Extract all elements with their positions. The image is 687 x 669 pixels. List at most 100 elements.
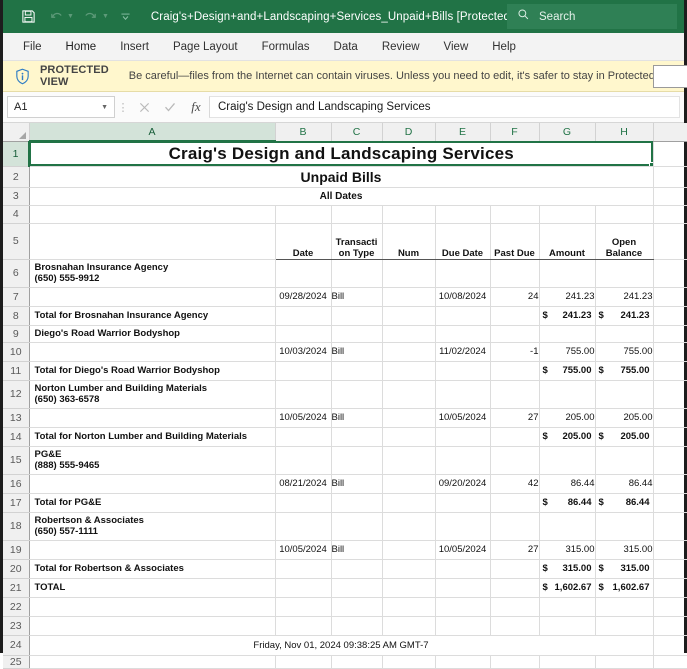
cell-b25[interactable] — [275, 655, 332, 669]
row-header-3[interactable]: 3 — [3, 187, 30, 206]
cell-g4[interactable] — [539, 205, 596, 224]
cell-c18[interactable] — [331, 512, 383, 541]
cell-h23[interactable] — [595, 616, 654, 636]
cell-txn-7[interactable]: Bill — [331, 287, 383, 307]
cell-f21[interactable] — [490, 578, 540, 598]
cell-g9[interactable] — [539, 325, 596, 343]
report-timestamp[interactable]: Friday, Nov 01, 2024 09:38:25 AM GMT-7 — [29, 635, 654, 656]
cell-total-amount-8[interactable]: $241.23 — [539, 305, 596, 326]
cell-pastdue-13[interactable]: 27 — [490, 408, 540, 428]
cell-total-label-11[interactable]: Total for Diego's Road Warrior Bodyshop — [29, 361, 276, 381]
cell-a10[interactable] — [29, 342, 276, 362]
cell-d9[interactable] — [382, 325, 436, 343]
cell-f14[interactable] — [490, 427, 540, 447]
chevron-down-icon[interactable] — [113, 5, 139, 29]
cell-c14[interactable] — [331, 427, 383, 447]
cell-h15[interactable] — [595, 446, 654, 475]
cell-b20[interactable] — [275, 559, 332, 579]
cell-grand-total-amount[interactable]: $1,602.67 — [539, 577, 596, 598]
cell-d23[interactable] — [382, 616, 436, 636]
header-num[interactable]: Num — [382, 223, 436, 260]
cell-e14[interactable] — [435, 427, 491, 447]
cell-a22[interactable] — [29, 597, 276, 617]
header-open-balance[interactable]: Open Balance — [595, 223, 654, 260]
row-header-4[interactable]: 4 — [3, 205, 30, 224]
cell-d4[interactable] — [382, 205, 436, 224]
cell-due-13[interactable]: 10/05/2024 — [435, 408, 491, 428]
cell-a3-date-range[interactable]: All Dates — [29, 187, 654, 206]
cell-date-16[interactable]: 08/21/2024 — [275, 474, 332, 494]
column-header-h[interactable]: H — [595, 123, 654, 142]
cell-b6[interactable] — [275, 259, 332, 288]
cell-open-10[interactable]: 755.00 — [595, 342, 654, 362]
row-header-15[interactable]: 15 — [3, 446, 30, 475]
row-header-8[interactable]: 8 — [3, 306, 30, 326]
cell-pastdue-19[interactable]: 27 — [490, 540, 540, 560]
cell-txn-13[interactable]: Bill — [331, 408, 383, 428]
column-header-g[interactable]: G — [539, 123, 596, 142]
cell-e22[interactable] — [435, 597, 491, 617]
cell-f25[interactable] — [490, 655, 540, 669]
cell-f23[interactable] — [490, 616, 540, 636]
row-header-11[interactable]: 11 — [3, 361, 30, 381]
cell-e25[interactable] — [435, 655, 491, 669]
cell-e6[interactable] — [435, 259, 491, 288]
cell-h4[interactable] — [595, 205, 654, 224]
row-header-14[interactable]: 14 — [3, 427, 30, 447]
cell-date-13[interactable]: 10/05/2024 — [275, 408, 332, 428]
cell-d11[interactable] — [382, 361, 436, 381]
cell-a7[interactable] — [29, 287, 276, 307]
cell-f12[interactable] — [490, 380, 540, 409]
cell-txn-10[interactable]: Bill — [331, 342, 383, 362]
cell-e8[interactable] — [435, 306, 491, 326]
cell-c17[interactable] — [331, 493, 383, 513]
header-due-date[interactable]: Due Date — [435, 223, 491, 260]
cell-pastdue-16[interactable]: 42 — [490, 474, 540, 494]
cell-g15[interactable] — [539, 446, 596, 475]
cell-g6[interactable] — [539, 259, 596, 288]
cell-c23[interactable] — [331, 616, 383, 636]
cell-total-label-8[interactable]: Total for Brosnahan Insurance Agency — [29, 306, 276, 326]
cell-b23[interactable] — [275, 616, 332, 636]
cell-c8[interactable] — [331, 306, 383, 326]
cell-a1-report-title[interactable]: Craig's Design and Landscaping Services — [29, 141, 654, 167]
cell-total-label-17[interactable]: Total for PG&E — [29, 493, 276, 513]
cell-amount-10[interactable]: 755.00 — [539, 342, 596, 362]
cell-a13[interactable] — [29, 408, 276, 428]
cell-open-13[interactable]: 205.00 — [595, 408, 654, 428]
cell-due-10[interactable]: 11/02/2024 — [435, 342, 491, 362]
cell-h22[interactable] — [595, 597, 654, 617]
cell-num-10[interactable] — [382, 342, 436, 362]
row-header-16[interactable]: 16 — [3, 474, 30, 494]
cell-h9[interactable] — [595, 325, 654, 343]
row-header-1[interactable]: 1 — [3, 141, 30, 167]
cell-e23[interactable] — [435, 616, 491, 636]
cell-open-7[interactable]: 241.23 — [595, 287, 654, 307]
cell-a23[interactable] — [29, 616, 276, 636]
cell-a2-report-subtitle[interactable]: Unpaid Bills — [29, 166, 654, 188]
cell-h18[interactable] — [595, 512, 654, 541]
cell-e18[interactable] — [435, 512, 491, 541]
cell-e20[interactable] — [435, 559, 491, 579]
cancel-x-icon[interactable] — [131, 96, 157, 118]
cell-b14[interactable] — [275, 427, 332, 447]
cell-g22[interactable] — [539, 597, 596, 617]
cell-b12[interactable] — [275, 380, 332, 409]
tab-help[interactable]: Help — [480, 37, 528, 57]
cell-num-19[interactable] — [382, 540, 436, 560]
cell-a16[interactable] — [29, 474, 276, 494]
column-header-e[interactable]: E — [435, 123, 491, 142]
row-header-10[interactable]: 10 — [3, 342, 30, 362]
cell-h25[interactable] — [595, 655, 654, 669]
cell-d25[interactable] — [382, 655, 436, 669]
cell-c9[interactable] — [331, 325, 383, 343]
cell-total-amount-14[interactable]: $205.00 — [539, 426, 596, 447]
tab-formulas[interactable]: Formulas — [250, 37, 322, 57]
cell-d21[interactable] — [382, 578, 436, 598]
row-header-20[interactable]: 20 — [3, 559, 30, 579]
cell-date-7[interactable]: 09/28/2024 — [275, 287, 332, 307]
cell-d22[interactable] — [382, 597, 436, 617]
cell-f8[interactable] — [490, 306, 540, 326]
vendor-cell-brosnahan[interactable]: Brosnahan Insurance Agency (650) 555-991… — [29, 259, 276, 288]
cell-amount-19[interactable]: 315.00 — [539, 540, 596, 560]
